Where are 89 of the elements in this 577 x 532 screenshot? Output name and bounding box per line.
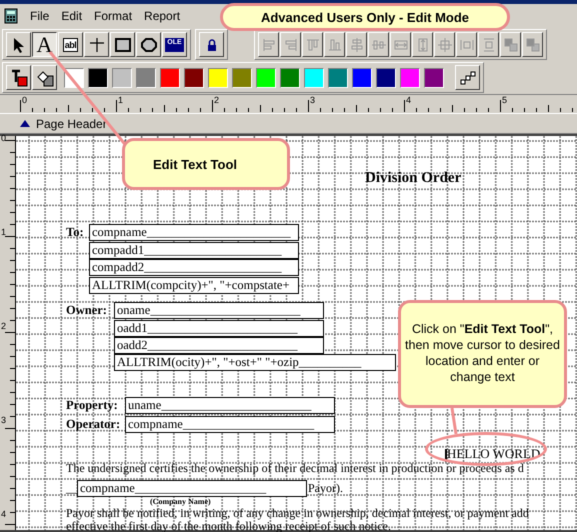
text-cursor <box>445 449 447 462</box>
color-swatch[interactable] <box>160 68 180 88</box>
align-icon <box>482 38 496 52</box>
field-label: Owner: <box>66 303 107 317</box>
align-icon <box>504 38 518 52</box>
color-swatch[interactable] <box>208 68 228 88</box>
report-field[interactable]: oadd1________________________ <box>114 320 324 337</box>
triangle-icon[interactable] <box>20 120 30 127</box>
ruler-number: 1 <box>118 95 124 105</box>
callout: Click on "Edit Text Tool", then move cursor to desired location and enter or change text <box>398 300 567 408</box>
report-text: The undersigned certifies the ownership of their decimal interest in production or proceeds as d <box>66 462 524 475</box>
ruler-number: 4 <box>406 95 412 105</box>
ruler-number: 4 <box>1 509 6 519</box>
report-field[interactable]: ALLTRIM(compcity)+", "+compstate+ <box>89 277 299 294</box>
tool-button[interactable] <box>136 32 161 57</box>
color-swatch[interactable] <box>352 68 372 88</box>
align-icon <box>262 38 276 52</box>
field-label: To: <box>66 225 84 239</box>
leader-line <box>450 408 458 434</box>
report-field[interactable]: compadd1______________________ <box>89 242 299 259</box>
text-color-button[interactable] <box>6 65 31 90</box>
align-icon <box>394 38 408 52</box>
mode-callout: Advanced Users Only - Edit Mode <box>220 3 510 31</box>
report-text: Payor shall be notified, in writing, of any change in ownership, decimal interest, or payment add <box>66 507 529 520</box>
align-icon <box>416 38 430 52</box>
menu-item[interactable]: File <box>30 9 50 23</box>
color-swatch[interactable] <box>304 68 324 88</box>
align-icon <box>284 38 298 52</box>
menu-item[interactable]: Format <box>94 9 132 23</box>
layout-button[interactable] <box>455 65 480 90</box>
color-swatch[interactable] <box>112 68 132 88</box>
tool-button[interactable]: A <box>32 32 57 57</box>
color-swatch[interactable] <box>328 68 348 88</box>
field-label: Operator: <box>66 417 120 431</box>
color-swatch[interactable] <box>424 68 444 88</box>
report-text: Payor). <box>308 482 343 495</box>
menu-item[interactable]: Report <box>144 9 180 23</box>
rectangle-icon <box>114 38 130 52</box>
report-field[interactable]: compname_____________________ <box>125 416 335 433</box>
lock-icon <box>206 38 216 50</box>
report-field[interactable]: uname________________________ <box>125 397 335 414</box>
color-swatch[interactable] <box>232 68 252 88</box>
align-icon <box>306 38 320 52</box>
app-icon <box>4 8 18 24</box>
fill-color-button[interactable] <box>32 65 57 90</box>
color-swatch[interactable] <box>280 68 300 88</box>
fill-color-icon <box>36 68 54 86</box>
report-field[interactable]: compname_____________________ <box>77 480 307 497</box>
report-field[interactable]: compadd2______________________ <box>89 259 299 276</box>
ruler-number: 2 <box>214 95 220 105</box>
field-caption: (Company Name) <box>150 497 211 506</box>
align-icon <box>372 38 386 52</box>
tool-button[interactable]: abl <box>58 32 83 57</box>
report-field[interactable]: oname________________________ <box>114 302 324 319</box>
tool-button[interactable] <box>110 32 135 57</box>
field-label: Property: <box>66 398 118 412</box>
menu-item[interactable]: Edit <box>61 9 82 23</box>
line-icon <box>90 38 104 52</box>
align-icon <box>526 38 540 52</box>
callout: Edit Text Tool <box>122 138 290 190</box>
pointer-icon <box>12 36 24 52</box>
color-swatch[interactable] <box>184 68 204 88</box>
align-icon <box>438 38 452 52</box>
typed-text: HELLO WORLD <box>447 447 540 461</box>
report-title: Division Order <box>365 169 462 187</box>
ruler-number: 3 <box>310 95 316 105</box>
color-swatch[interactable] <box>376 68 396 88</box>
steps-icon <box>460 70 476 84</box>
color-swatch[interactable] <box>136 68 156 88</box>
ruler-number: 2 <box>1 321 6 331</box>
octagon-icon <box>140 38 156 52</box>
color-swatch[interactable] <box>88 68 108 88</box>
report-field[interactable]: ALLTRIM(ocity)+", "+ost+" "+ozip__________ <box>114 354 396 371</box>
align-icon <box>460 38 474 52</box>
ruler-number: 0 <box>1 133 6 143</box>
ruler-number: 0 <box>22 95 28 105</box>
text-color-icon <box>10 68 28 86</box>
align-icon <box>328 38 342 52</box>
band-label: Page Header <box>36 116 107 130</box>
align-icon <box>350 38 364 52</box>
report-field[interactable]: oadd2________________________ <box>114 337 324 354</box>
color-swatch[interactable] <box>400 68 420 88</box>
tool-button[interactable] <box>84 32 109 57</box>
color-swatch[interactable] <box>256 68 276 88</box>
ruler-number: 1 <box>1 227 6 237</box>
ruler-number: 3 <box>1 415 6 425</box>
ruler-number: 5 <box>502 95 508 105</box>
report-field[interactable]: compname_______________________ <box>89 224 299 241</box>
tool-button[interactable] <box>6 32 31 57</box>
